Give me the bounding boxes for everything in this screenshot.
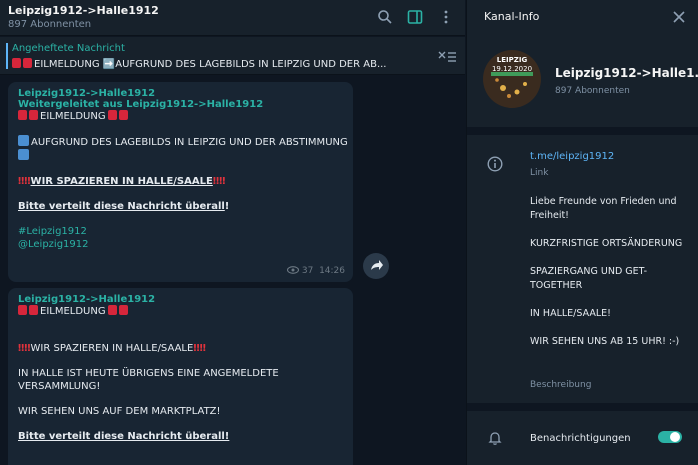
chat-header[interactable]: Leipzig1912->Halle1912 897 Abonnenten: [0, 0, 465, 36]
siren-emoji-icon: [118, 305, 128, 315]
siren-emoji-icon: [12, 58, 21, 68]
channel-info-panel: Kanal-Info LEIPZIG 19.12.2020 Leipzig191…: [466, 0, 698, 465]
section-divider: [467, 403, 698, 411]
message-line-suffix: !: [224, 201, 230, 212]
chat-column: Leipzig1912->Halle1912 897 Abonnenten An…: [0, 0, 465, 465]
link-label: Link: [530, 168, 549, 178]
siren-emoji-icon: [18, 305, 27, 315]
pinned-text: EILMELDUNG ➡️AUFGRUND DES LAGEBILDS IN L…: [12, 58, 422, 70]
arrow-left-emoji-icon: [18, 149, 29, 160]
exclamation-emoji-icon: ‼‼: [212, 176, 226, 187]
message-line-text: Bitte verteilt diese Nachricht überall: [18, 201, 225, 212]
description-line: SPAZIERGANG UND GET-TOGETHER: [530, 266, 648, 291]
siren-emoji-icon: [29, 305, 38, 315]
info-title: Kanal-Info: [484, 10, 540, 23]
pinned-accent-bar: [6, 43, 8, 69]
message-sender[interactable]: Leipzig1912->Halle1912: [18, 88, 343, 99]
message-line-text: AUFGRUND DES LAGEBILDS IN LEIPZIG UND DE…: [31, 137, 348, 148]
pinned-label: Angeheftete Nachricht: [12, 43, 125, 54]
message-line: EILMELDUNG: [18, 305, 343, 318]
channel-subscribers: 897 Abonnenten: [555, 86, 630, 96]
message-line-text: EILMELDUNG: [40, 111, 106, 122]
mention-link[interactable]: @Leipzig1912: [18, 238, 343, 251]
message-line: AUFGRUND DES LAGEBILDS IN LEIPZIG UND DE…: [18, 135, 348, 149]
description-line: IN HALLE/SAALE!: [530, 308, 611, 319]
message-line: IN HALLE IST HEUTE ÜBRIGENS EINE ANGEMEL…: [18, 368, 279, 379]
view-count: 37: [301, 266, 314, 276]
bell-icon: [488, 432, 502, 445]
hashtag-link[interactable]: #Leipzig1912: [18, 225, 343, 238]
message-line: Bitte verteilt diese Nachricht überall!: [18, 200, 343, 213]
exclamation-emoji-icon: ‼‼: [18, 176, 31, 187]
message-line: [18, 149, 343, 163]
message-list[interactable]: Leipzig1912->Halle1912 Weitergeleitet au…: [0, 76, 465, 465]
notifications-toggle[interactable]: [658, 431, 682, 443]
message-line-text: WIR SPAZIEREN IN HALLE/SAALE: [30, 343, 194, 354]
description-line: WIR SEHEN UNS AB 15 UHR! :-): [530, 336, 680, 347]
description-line: KURZFRISTIGE ORTSÄNDERUNG: [530, 238, 683, 249]
message-line: WIR SEHEN UNS AUF DEM MARKTPLATZ!: [18, 406, 221, 417]
message-line: VERSAMMLUNG!: [18, 381, 101, 392]
info-header: Kanal-Info: [467, 0, 698, 36]
chat-title[interactable]: Leipzig1912->Halle1912: [8, 4, 159, 17]
forwarded-from[interactable]: Weitergeleitet aus Leipzig1912->Halle191…: [18, 99, 343, 110]
pinned-text-content: EILMELDUNG ➡️AUFGRUND DES LAGEBILDS IN L…: [34, 59, 387, 70]
message-line-text: EILMELDUNG: [40, 306, 106, 317]
chat-subscribers: 897 Abonnenten: [8, 19, 92, 30]
message-line: Bitte verteilt diese Nachricht überall!: [18, 431, 230, 442]
arrow-right-emoji-icon: [18, 135, 29, 146]
channel-name: Leipzig1912->Halle1...: [555, 66, 698, 80]
channel-description: Liebe Freunde von Frieden und Freiheit! …: [530, 195, 690, 363]
siren-emoji-icon: [23, 58, 32, 68]
siren-emoji-icon: [107, 305, 117, 315]
siren-emoji-icon: [107, 110, 117, 120]
unpin-icon[interactable]: [436, 49, 458, 63]
search-icon[interactable]: [377, 9, 393, 25]
message-line: EILMELDUNG: [18, 110, 343, 123]
message-line: ‼‼WIR SPAZIEREN IN HALLE/SAALE‼‼: [18, 175, 343, 188]
notifications-label: Benachrichtigungen: [530, 433, 631, 444]
message-line: ‼‼WIR SPAZIEREN IN HALLE/SAALE‼‼: [18, 342, 343, 355]
share-button[interactable]: [363, 253, 389, 279]
info-icon: [487, 156, 503, 172]
exclamation-emoji-icon: ‼‼: [18, 343, 31, 354]
eye-icon: [286, 266, 300, 274]
siren-emoji-icon: [118, 110, 128, 120]
siren-emoji-icon: [29, 110, 38, 120]
description-line: Liebe Freunde von Frieden und Freiheit!: [530, 196, 677, 221]
section-divider: [467, 127, 698, 135]
exclamation-emoji-icon: ‼‼: [193, 343, 206, 354]
more-vert-icon[interactable]: [438, 9, 454, 25]
message-meta: 37 14:26: [286, 266, 345, 276]
message-time: 14:26: [319, 266, 345, 276]
description-label: Beschreibung: [530, 380, 592, 390]
message-bubble[interactable]: Leipzig1912->Halle1912 Weitergeleitet au…: [8, 82, 353, 282]
avatar-image: [491, 72, 533, 98]
channel-avatar[interactable]: LEIPZIG 19.12.2020: [483, 50, 541, 108]
close-icon[interactable]: [672, 10, 686, 24]
siren-emoji-icon: [18, 110, 27, 120]
message-line-text: WIR SPAZIEREN IN HALLE/SAALE: [30, 176, 213, 187]
toggle-knob: [670, 432, 680, 442]
sidebar-toggle-icon[interactable]: [407, 9, 423, 25]
channel-link[interactable]: t.me/leipzig1912: [530, 151, 614, 162]
forward-arrow-icon: [371, 260, 383, 270]
message-bubble[interactable]: Leipzig1912->Halle1912 EILMELDUNG ‼‼WIR …: [8, 288, 353, 465]
message-sender[interactable]: Leipzig1912->Halle1912: [18, 294, 343, 305]
pinned-message[interactable]: Angeheftete Nachricht EILMELDUNG ➡️AUFGR…: [0, 37, 465, 75]
